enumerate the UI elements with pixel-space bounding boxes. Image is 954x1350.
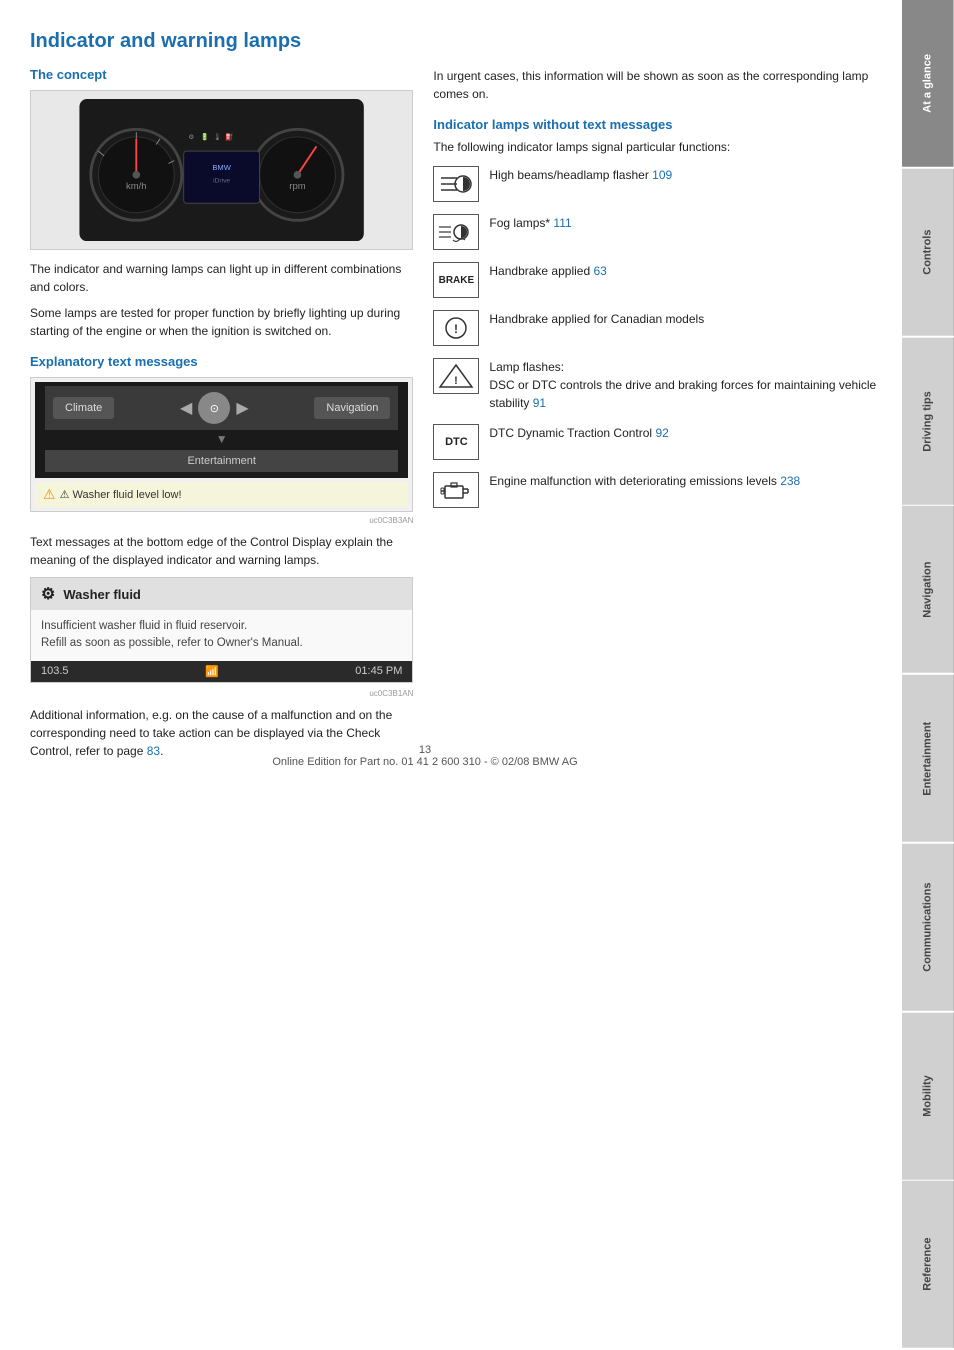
sidebar: At a glance Controls Driving tips Naviga… [902, 0, 954, 1350]
dtc-label: DTC Dynamic Traction Control [489, 426, 655, 440]
page-number: 13 [0, 744, 850, 756]
lamp-flash-label: Lamp flashes:DSC or DTC controls the dri… [489, 360, 876, 410]
sidebar-tab-controls[interactable]: Controls [902, 169, 954, 336]
dtc-link[interactable]: 92 [655, 426, 668, 440]
indicator-intro: The following indicator lamps signal par… [433, 138, 882, 156]
sidebar-tab-at-a-glance[interactable]: At a glance [902, 0, 954, 167]
right-column: In urgent cases, this information will b… [433, 67, 882, 768]
washer-popup: ⚙ Washer fluid Insufficient washer fluid… [30, 577, 413, 683]
fog-lamp-label: Fog lamps* [489, 216, 553, 230]
display-warning-label: ⚠ Washer fluid level low! [60, 488, 182, 501]
display-navigation-label: Navigation [314, 397, 390, 419]
indicator-section-title: Indicator lamps without text messages [433, 117, 882, 132]
svg-text:🔋: 🔋 [201, 132, 209, 141]
display-warning-text: ⚠ ⚠ Washer fluid level low! [35, 482, 408, 507]
handbrake-text: Handbrake applied 63 [489, 262, 882, 280]
display-wrapper: Climate ◀ ⊙ ▶ Navigation ▼ Entertai [30, 377, 413, 525]
lamp-flash-text: Lamp flashes:DSC or DTC controls the dri… [489, 358, 882, 412]
sidebar-tab-communications[interactable]: Communications [902, 844, 954, 1011]
indicator-dtc: DTC DTC Dynamic Traction Control 92 [433, 424, 882, 460]
display-image-caption: uc0C3B3AN [30, 516, 413, 525]
sidebar-tab-reference[interactable]: Reference [902, 1181, 954, 1348]
lamp-flash-icon-box: ! [433, 358, 479, 394]
dtc-icon-box: DTC [433, 424, 479, 460]
washer-popup-title: Washer fluid [63, 587, 141, 602]
svg-text:!: ! [455, 375, 459, 387]
left-column: The concept km/h [30, 67, 413, 768]
display-center-btn[interactable]: ⊙ [198, 392, 230, 424]
fog-lamp-link[interactable]: 111 [553, 216, 571, 230]
warning-triangle-icon: ⚠ [43, 486, 56, 503]
fog-lamp-icon-box [433, 214, 479, 250]
display-entertainment-label: Entertainment [45, 450, 398, 472]
svg-text:🌡: 🌡 [213, 133, 221, 141]
page-footer: 13 Online Edition for Part no. 01 41 2 6… [0, 744, 850, 768]
handbrake-link[interactable]: 63 [593, 264, 606, 278]
concept-body-2: Some lamps are tested for proper functio… [30, 304, 413, 340]
washer-popup-footer: 103.5 📶 01:45 PM [31, 661, 412, 682]
indicator-engine-malfunction: Engine malfunction with deteriorating em… [433, 472, 882, 508]
svg-text:BMW: BMW [212, 163, 231, 172]
washer-footer-signal-icon: 📶 [205, 665, 219, 678]
concept-body-1: The indicator and warning lamps can ligh… [30, 260, 413, 296]
svg-text:!: ! [454, 322, 458, 336]
canadian-brake-icon-box: ! [433, 310, 479, 346]
dashboard-image: km/h rpm BMW iDrive ⚙ [30, 90, 413, 250]
svg-text:iDrive: iDrive [213, 177, 230, 184]
explanatory-section-title: Explanatory text messages [30, 354, 413, 369]
high-beam-label: High beams/headlamp flasher [489, 168, 652, 182]
dtc-icon: DTC [445, 436, 468, 448]
main-content: Indicator and warning lamps The concept [0, 0, 902, 788]
washer-icon: ⚙ [41, 584, 55, 604]
indicator-lamp-flash: ! Lamp flashes:DSC or DTC controls the d… [433, 358, 882, 412]
washer-text-line2: Refill as soon as possible, refer to Own… [41, 635, 402, 652]
page-title: Indicator and warning lamps [30, 30, 882, 53]
high-beam-link[interactable]: 109 [652, 168, 672, 182]
engine-malfunction-link[interactable]: 238 [780, 474, 800, 488]
canadian-brake-label: Handbrake applied for Canadian models [489, 312, 704, 326]
handbrake-icon: BRAKE [439, 275, 475, 286]
indicator-high-beam: High beams/headlamp flasher 109 [433, 166, 882, 202]
handbrake-label: Handbrake applied [489, 264, 593, 278]
dtc-text: DTC Dynamic Traction Control 92 [489, 424, 882, 442]
sidebar-tab-driving-tips[interactable]: Driving tips [902, 338, 954, 505]
sidebar-tab-mobility[interactable]: Mobility [902, 1013, 954, 1180]
indicator-fog-lamp: Fog lamps* 111 [433, 214, 882, 250]
washer-popup-body: Insufficient washer fluid in fluid reser… [31, 610, 412, 661]
indicator-handbrake: BRAKE Handbrake applied 63 [433, 262, 882, 298]
washer-popup-header: ⚙ Washer fluid [31, 578, 412, 610]
washer-footer-odometer: 103.5 [41, 665, 69, 677]
engine-malfunction-icon-box [433, 472, 479, 508]
sidebar-tab-entertainment[interactable]: Entertainment [902, 675, 954, 842]
two-column-layout: The concept km/h [30, 67, 882, 768]
handbrake-icon-box: BRAKE [433, 262, 479, 298]
engine-malfunction-text: Engine malfunction with deteriorating em… [489, 472, 882, 490]
engine-malfunction-label: Engine malfunction with deteriorating em… [489, 474, 780, 488]
indicator-list: High beams/headlamp flasher 109 [433, 166, 882, 508]
high-beam-icon-box [433, 166, 479, 202]
washer-footer-time: 01:45 PM [355, 665, 402, 677]
display-nav-row: Climate ◀ ⊙ ▶ Navigation [45, 386, 398, 430]
text-messages-body: Text messages at the bottom edge of the … [30, 533, 413, 569]
high-beam-text: High beams/headlamp flasher 109 [489, 166, 882, 184]
concept-section-title: The concept [30, 67, 413, 82]
svg-text:km/h: km/h [126, 181, 147, 192]
svg-text:⚙: ⚙ [189, 133, 195, 141]
indicator-canadian-brake: ! Handbrake applied for Canadian models [433, 310, 882, 346]
washer-text-line1: Insufficient washer fluid in fluid reser… [41, 618, 402, 635]
svg-text:rpm: rpm [289, 181, 305, 192]
canadian-brake-text: Handbrake applied for Canadian models [489, 310, 882, 328]
svg-text:⛽: ⛽ [225, 132, 233, 141]
fog-lamp-text: Fog lamps* 111 [489, 214, 882, 232]
sidebar-tab-navigation[interactable]: Navigation [902, 506, 954, 673]
urgent-text: In urgent cases, this information will b… [433, 67, 882, 103]
display-climate-label: Climate [53, 397, 114, 419]
control-display-image: Climate ◀ ⊙ ▶ Navigation ▼ Entertai [30, 377, 413, 512]
washer-image-caption: uc0C3B1AN [30, 689, 413, 698]
lamp-flash-link[interactable]: 91 [533, 396, 546, 410]
footer-copyright: Online Edition for Part no. 01 41 2 600 … [0, 756, 850, 768]
